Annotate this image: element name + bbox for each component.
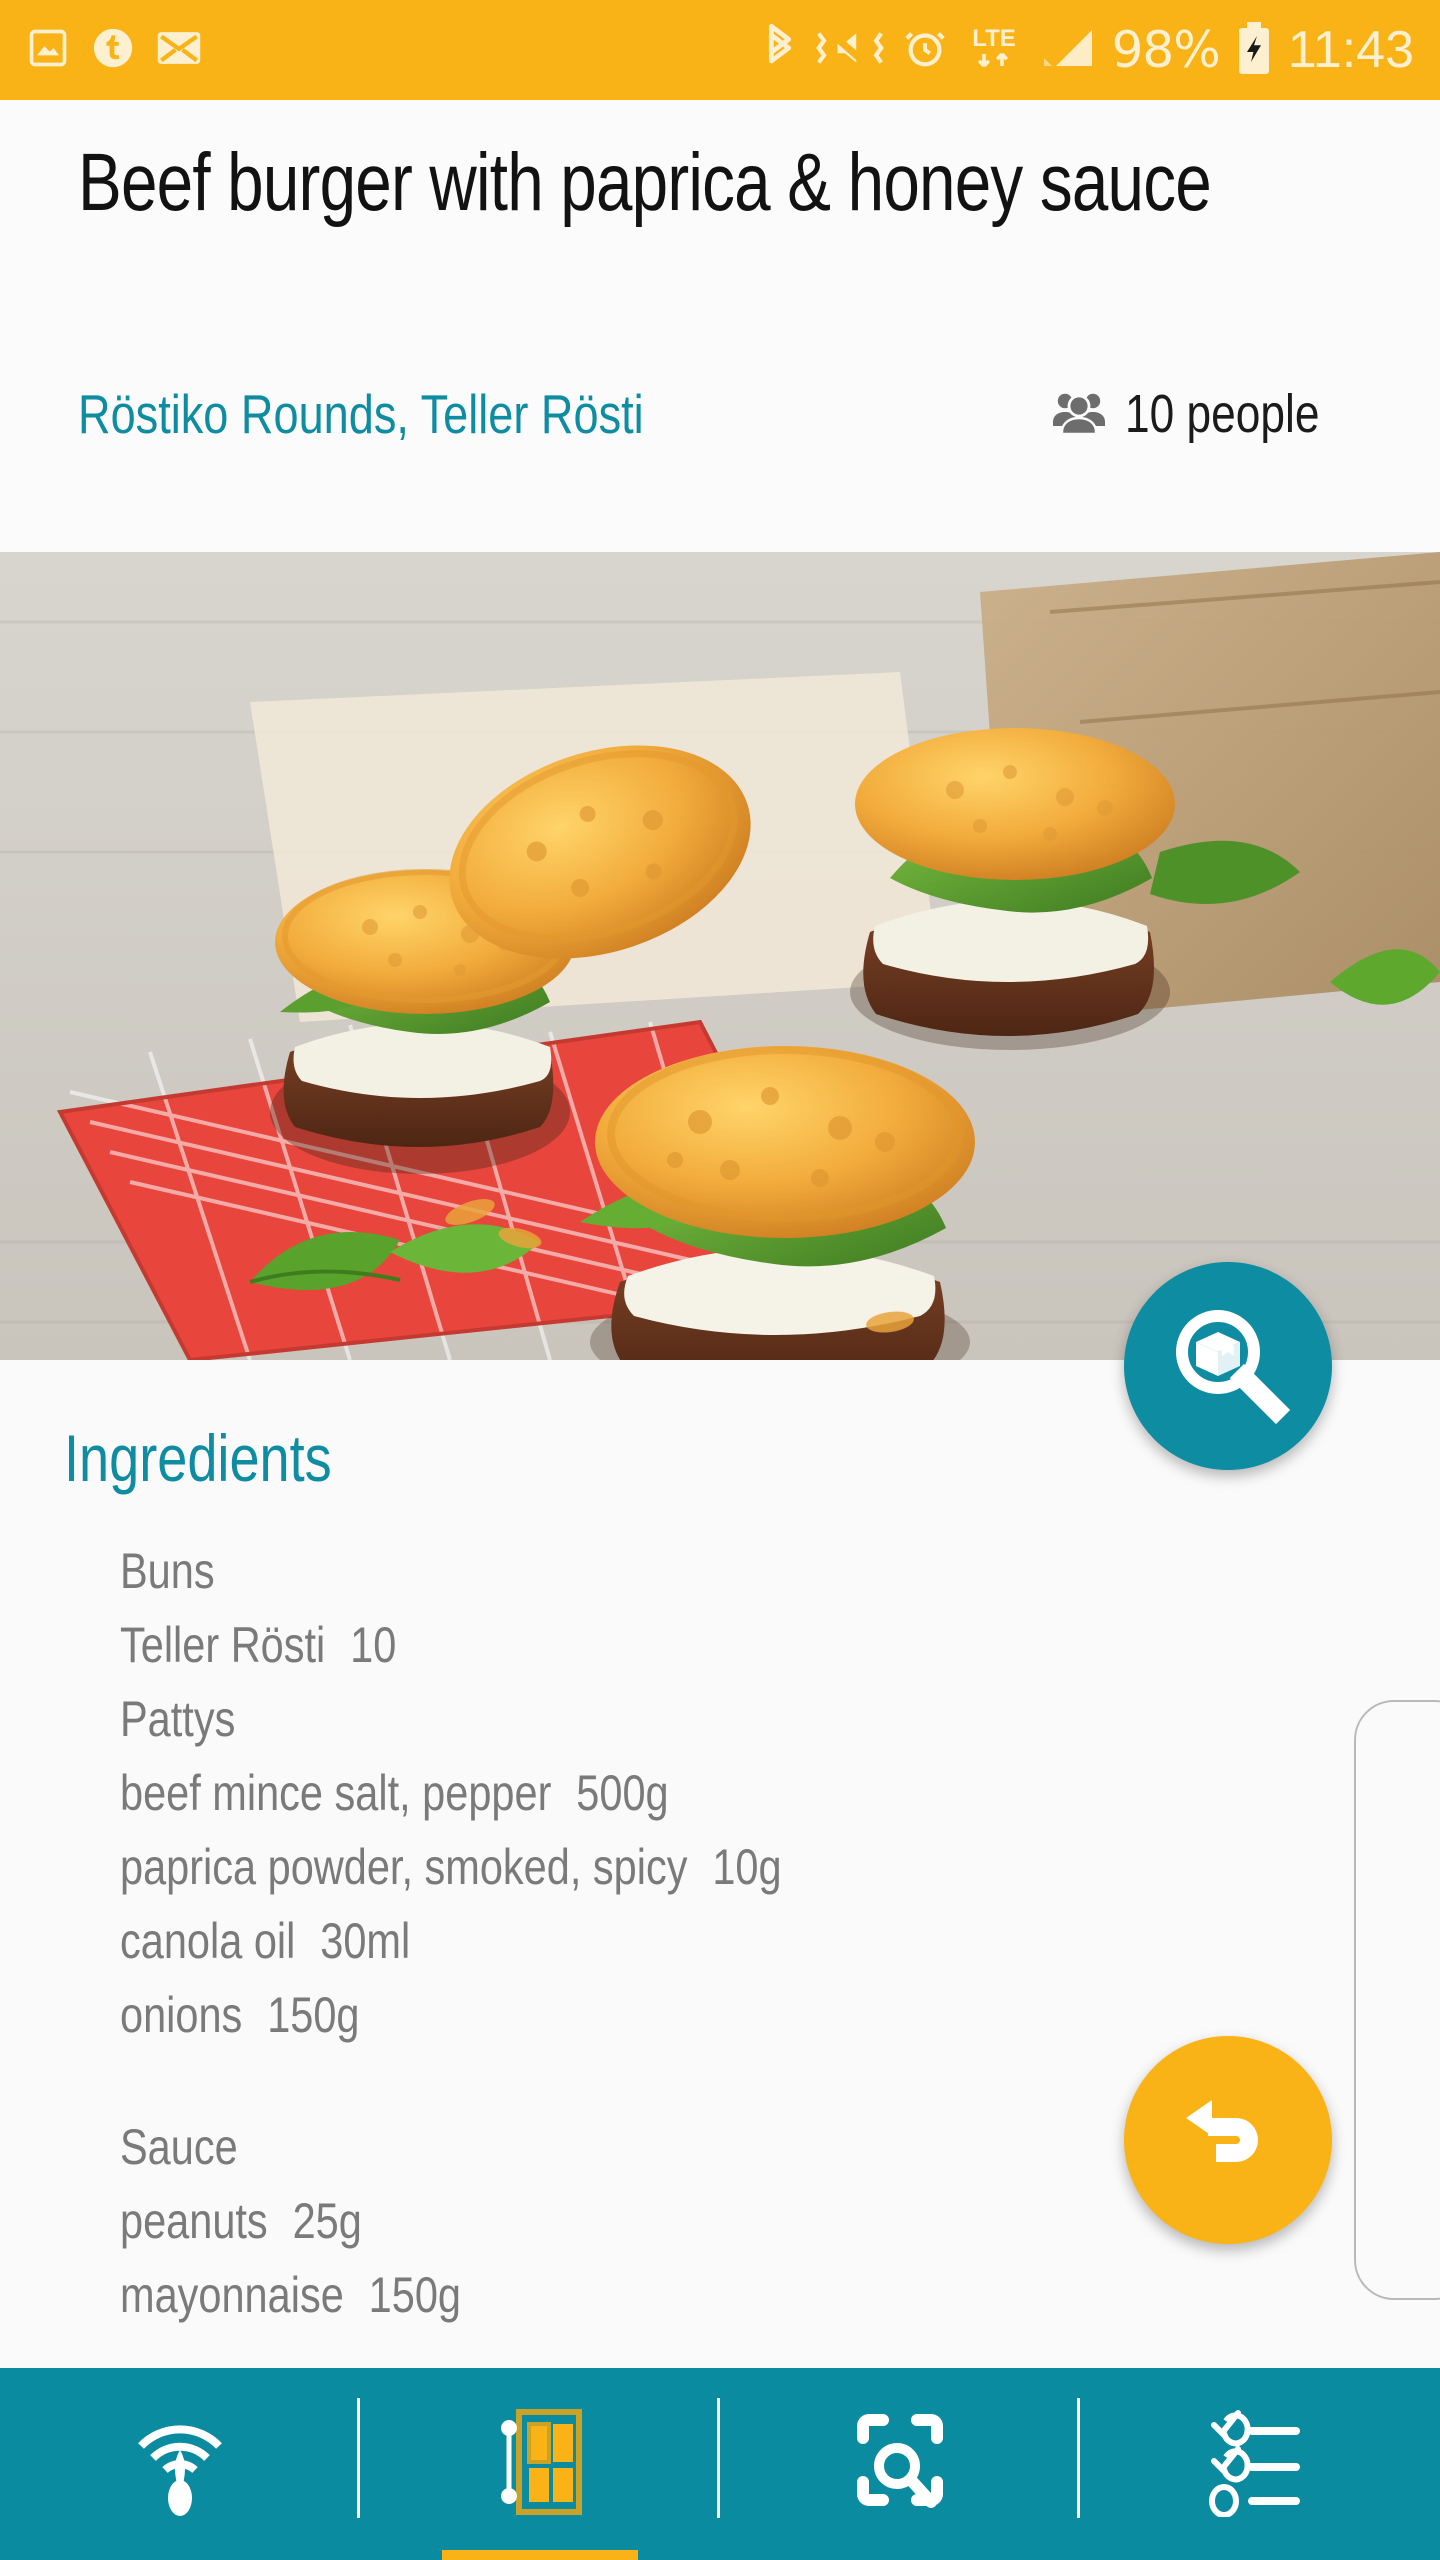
ingredient-amount: 150g: [267, 1987, 360, 2043]
nav-active-indicator: [442, 2550, 638, 2560]
battery-charging-icon: [1236, 19, 1272, 82]
ingredient-amount: 150g: [368, 2267, 462, 2323]
status-bar: LTE 98% 11:43: [0, 0, 1440, 100]
ingredient-name: onions: [120, 1987, 243, 2043]
image-icon: [26, 26, 70, 75]
status-bar-right-icons: LTE 98% 11:43: [762, 19, 1414, 82]
people-count-label: 10 people: [1124, 384, 1320, 444]
recipe-photo[interactable]: [0, 552, 1440, 1360]
beacon-icon: [125, 2402, 235, 2527]
ingredient-group-label: Sauce: [120, 2119, 238, 2175]
back-fab[interactable]: [1124, 2036, 1332, 2244]
ingredient-name: Teller Rösti: [120, 1617, 326, 1673]
ingredient-item[interactable]: beef mince salt, pepper 500g: [120, 1756, 1216, 1830]
section-heading-ingredients: Ingredients: [63, 1421, 332, 1495]
app-screen: LTE 98% 11:43 Beef burger with paprica &…: [0, 0, 1440, 2560]
alarm-icon: [902, 24, 948, 77]
mail-icon: [156, 28, 202, 73]
nav-item-checklist[interactable]: [1080, 2368, 1440, 2560]
signal-icon: [1040, 23, 1096, 78]
ingredient-name: peanuts: [120, 2193, 268, 2249]
ingredient-item[interactable]: canola oil 30ml: [120, 1904, 1216, 1978]
box-magnifier-icon: [1166, 1302, 1291, 1431]
bluetooth-icon: [762, 22, 798, 79]
ingredient-name: mayonnaise: [120, 2267, 344, 2323]
ingredient-name: paprica powder, smoked, spicy: [120, 1839, 688, 1895]
ingredient-item[interactable]: Teller Rösti 10: [120, 1608, 1216, 1682]
bottom-navigation: [0, 2368, 1440, 2560]
battery-percent-label: 98%: [1111, 21, 1221, 79]
servings-indicator: 10 people: [1051, 383, 1362, 445]
lte-icon: LTE: [964, 20, 1024, 81]
undo-arrow-icon: [1176, 2086, 1280, 2195]
ingredient-name: canola oil: [120, 1913, 296, 1969]
ingredient-group-label: Pattys: [120, 1691, 236, 1747]
clock-label: 11:43: [1287, 21, 1414, 79]
status-bar-left-icons: [26, 25, 202, 76]
scan-search-icon: [845, 2402, 955, 2527]
ingredient-name: beef mince salt, pepper: [120, 1765, 552, 1821]
ingredient-amount: 30ml: [320, 1913, 411, 1969]
ingredient-item[interactable]: onions 150g: [120, 1978, 1216, 2052]
product-search-fab[interactable]: [1124, 1262, 1332, 1470]
planogram-shelf-icon: [485, 2402, 595, 2527]
ingredient-item[interactable]: mayonnaise 150g: [120, 2258, 1216, 2332]
page-title: Beef burger with paprica & honey sauce: [78, 137, 1212, 228]
ingredient-amount: 500g: [576, 1765, 669, 1821]
ingredient-item[interactable]: peanuts 25g: [120, 2184, 1216, 2258]
nav-item-planogram[interactable]: [360, 2368, 720, 2560]
ingredient-amount: 25g: [292, 2193, 362, 2249]
side-panel-edge[interactable]: [1354, 1700, 1440, 2300]
tumblr-notification-icon: [90, 25, 136, 76]
nav-item-beacon[interactable]: [0, 2368, 360, 2560]
checklist-icon: [1200, 2407, 1320, 2522]
ingredient-amount: 10g: [712, 1839, 782, 1895]
ingredient-group-label: Buns: [120, 1543, 215, 1599]
ingredient-amount: 10: [350, 1617, 397, 1673]
recipe-header: Beef burger with paprica & honey sauce R…: [0, 100, 1440, 552]
recipe-subtitle[interactable]: Röstiko Rounds, Teller Rösti: [78, 382, 644, 446]
people-icon: [1051, 390, 1107, 439]
header-subrow: Röstiko Rounds, Teller Rösti 10 people: [78, 382, 1362, 446]
nav-item-scan-search[interactable]: [720, 2368, 1080, 2560]
ingredient-item[interactable]: paprica powder, smoked, spicy 10g: [120, 1830, 1216, 1904]
svg-text:LTE: LTE: [972, 25, 1016, 52]
mute-vibrate-icon: [814, 23, 886, 78]
